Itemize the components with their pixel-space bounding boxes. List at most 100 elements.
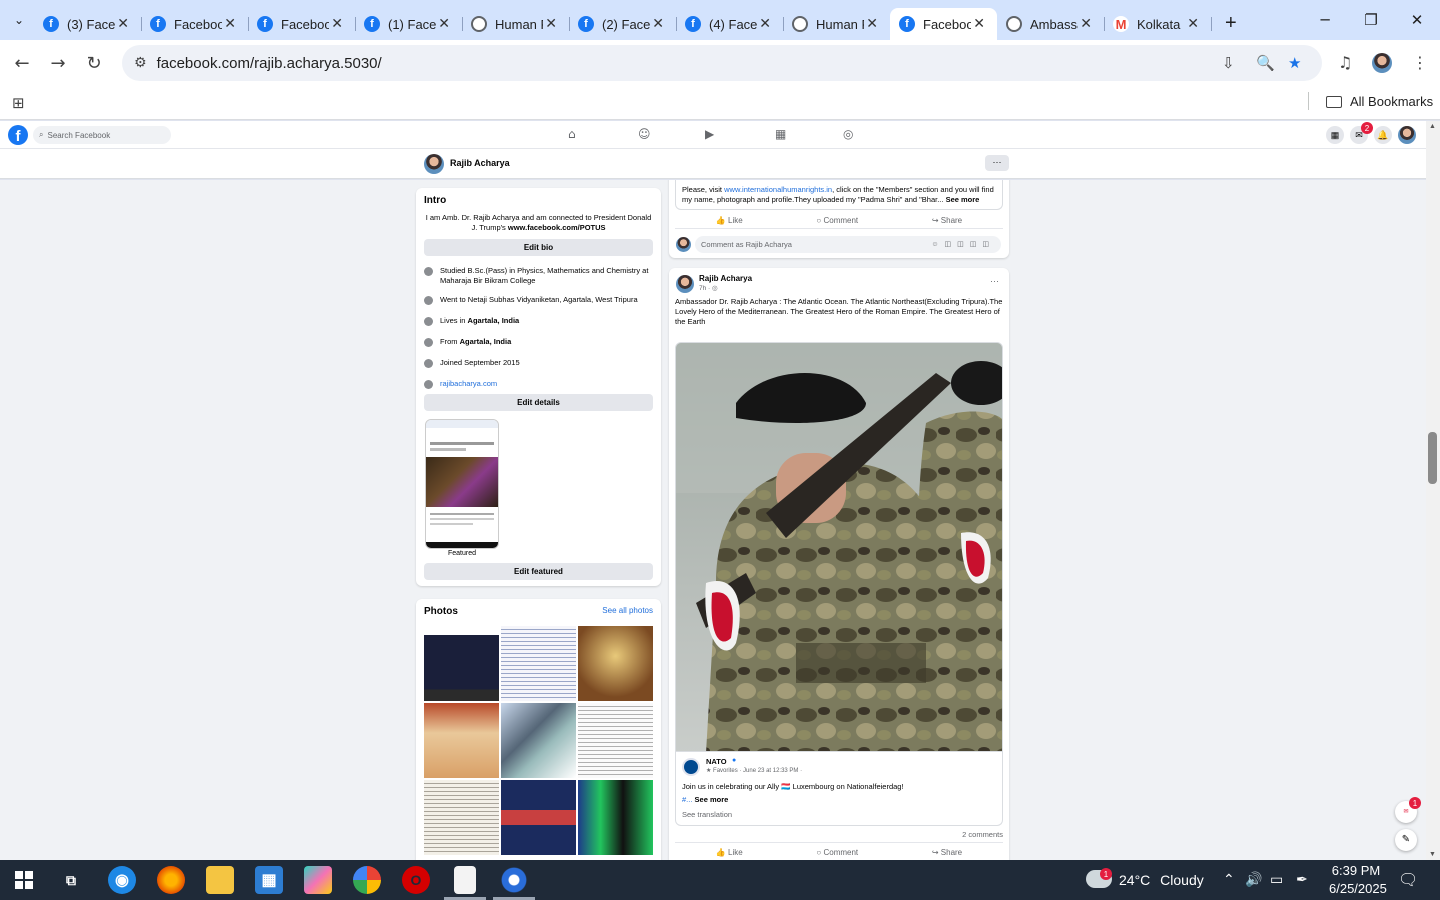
browser-tab[interactable]: f Facebook✕ xyxy=(248,8,356,40)
shared-post-image[interactable] xyxy=(675,342,1003,752)
scroll-down-icon[interactable]: ▼ xyxy=(1429,851,1436,858)
new-tab-plus-icon[interactable]: + xyxy=(1225,12,1237,35)
clock-date[interactable]: 6/25/2025 xyxy=(1329,881,1387,896)
edit-details-button[interactable]: Edit details xyxy=(424,394,653,411)
address-bar[interactable]: ⚙ facebook.com/rajib.acharya.5030/ ⇩ 🔍 ★ xyxy=(122,45,1322,81)
close-tab-icon[interactable]: ✕ xyxy=(973,16,985,32)
nato-logo[interactable] xyxy=(682,758,700,776)
photo-thumbnail[interactable] xyxy=(578,703,653,778)
all-bookmarks-button[interactable]: All Bookmarks xyxy=(1326,94,1433,109)
profile-avatar[interactable] xyxy=(424,154,444,174)
menu-grid-icon[interactable]: ▦ xyxy=(1326,126,1344,144)
comment-emoji-icons[interactable]: ☺◫◫◫◫ xyxy=(931,236,995,253)
share-button[interactable]: ↪ Share xyxy=(932,216,962,225)
marketplace-icon[interactable]: ▦ xyxy=(775,127,786,141)
browser-tab[interactable]: f (2) Faceb✕ xyxy=(569,8,677,40)
photo-thumbnail[interactable] xyxy=(578,626,653,701)
windows-start-icon[interactable] xyxy=(10,866,38,894)
profile-more-button[interactable]: ··· xyxy=(985,155,1009,171)
reload-icon[interactable]: ↻ xyxy=(76,53,112,74)
opera-icon[interactable]: O xyxy=(402,866,430,894)
hashtag-link[interactable]: #... xyxy=(682,795,692,804)
comment-input[interactable]: Comment as Rajib Acharya ☺◫◫◫◫ xyxy=(695,236,1001,253)
volume-icon[interactable]: 🔊 xyxy=(1245,871,1262,888)
browser-tab[interactable]: M Kolkata ✕ xyxy=(1104,8,1212,40)
maximize-icon[interactable]: ❐ xyxy=(1348,0,1394,40)
browser-tab[interactable]: Ambassad✕ xyxy=(997,8,1105,40)
minimize-icon[interactable]: ─ xyxy=(1302,0,1348,40)
account-avatar[interactable] xyxy=(1398,126,1416,144)
firefox-icon[interactable] xyxy=(157,866,185,894)
comment-button[interactable]: ○ Comment xyxy=(816,848,858,857)
close-tab-icon[interactable]: ✕ xyxy=(224,16,236,32)
notepad-icon[interactable] xyxy=(454,866,476,894)
post-author-name[interactable]: Rajib Acharya xyxy=(699,274,752,283)
close-tab-icon[interactable]: ✕ xyxy=(545,16,557,32)
site-settings-icon[interactable]: ⚙ xyxy=(134,55,147,71)
facebook-search-input[interactable]: ⌕ Search Facebook xyxy=(33,126,171,144)
chrome-icon[interactable] xyxy=(353,866,381,894)
close-tab-icon[interactable]: ✕ xyxy=(331,16,343,32)
tray-chevron-icon[interactable]: ⌃ xyxy=(1223,871,1235,888)
like-button[interactable]: 👍 Like xyxy=(716,216,743,225)
notification-center-icon[interactable]: 🗨 xyxy=(1398,870,1418,890)
close-tab-icon[interactable]: ✕ xyxy=(1080,16,1092,32)
page-scrollbar[interactable]: ▲ ▼ xyxy=(1426,121,1440,860)
bookmark-star-icon[interactable]: ★ xyxy=(1288,54,1301,72)
photo-thumbnail[interactable] xyxy=(501,626,576,701)
browser-tab[interactable]: f Facebook✕ xyxy=(141,8,249,40)
website-link[interactable]: rajibacharya.com xyxy=(440,379,497,389)
photo-thumbnail[interactable] xyxy=(578,780,653,855)
browser-tab[interactable]: f (4) Faceb✕ xyxy=(676,8,784,40)
task-view-icon[interactable]: ⧉ xyxy=(57,866,85,894)
close-tab-icon[interactable]: ✕ xyxy=(866,16,878,32)
browser-menu-icon[interactable]: ⋮ xyxy=(1412,53,1428,72)
comment-button[interactable]: ○ Comment xyxy=(816,216,858,225)
forward-arrow-icon[interactable]: → xyxy=(40,53,76,74)
see-all-photos-link[interactable]: See all photos xyxy=(602,606,653,615)
see-translation-link[interactable]: See translation xyxy=(682,810,732,819)
app-blue-icon[interactable]: ◉ xyxy=(108,866,136,894)
facebook-logo[interactable]: f xyxy=(8,125,28,145)
close-tab-icon[interactable]: ✕ xyxy=(117,16,129,32)
microsoft-store-icon[interactable]: ▦ xyxy=(255,866,283,894)
like-button[interactable]: 👍 Like xyxy=(716,848,743,857)
post-time[interactable]: 7h xyxy=(699,285,706,292)
bio-link[interactable]: www.facebook.com/POTUS xyxy=(508,223,606,232)
browser-tab[interactable]: Human Rig✕ xyxy=(462,8,570,40)
photo-thumbnail[interactable] xyxy=(424,703,499,778)
file-explorer-icon[interactable] xyxy=(206,866,234,894)
friends-icon[interactable]: ☺ xyxy=(638,127,651,141)
photo-thumbnail[interactable] xyxy=(501,703,576,778)
see-more-link[interactable]: See more xyxy=(695,795,729,804)
weather-widget[interactable]: 24°C Cloudy xyxy=(1119,872,1204,888)
close-window-icon[interactable]: ✕ xyxy=(1394,0,1440,40)
browser-tab[interactable]: f Facebook✕ xyxy=(890,8,997,40)
close-tab-icon[interactable]: ✕ xyxy=(759,16,771,32)
browser-tab[interactable]: Human Rig✕ xyxy=(783,8,891,40)
chrome-profile-icon[interactable] xyxy=(500,866,528,894)
edit-bio-button[interactable]: Edit bio xyxy=(424,239,653,256)
scrollbar-thumb[interactable] xyxy=(1428,432,1437,484)
post-author-avatar[interactable] xyxy=(676,275,694,293)
photo-thumbnail[interactable] xyxy=(501,780,576,855)
media-controls-icon[interactable]: ♫ xyxy=(1338,53,1352,72)
tab-search-chevron-icon[interactable]: ⌄ xyxy=(4,5,34,35)
browser-tab[interactable]: f (1) Faceb✕ xyxy=(355,8,463,40)
photo-thumbnail[interactable] xyxy=(424,780,499,855)
scroll-up-icon[interactable]: ▲ xyxy=(1429,123,1436,130)
network-icon[interactable]: ▭ xyxy=(1270,871,1283,888)
browser-tab[interactable]: f (3) Faceb✕ xyxy=(34,8,142,40)
install-app-icon[interactable]: ⇩ xyxy=(1222,54,1235,72)
post-link[interactable]: www.internationalhumanrights.in xyxy=(724,185,832,194)
close-tab-icon[interactable]: ✕ xyxy=(438,16,450,32)
home-icon[interactable]: ⌂ xyxy=(568,127,576,141)
pen-icon[interactable]: ✒ xyxy=(1296,871,1308,888)
shared-author-name[interactable]: NATO xyxy=(706,757,727,766)
share-button[interactable]: ↪ Share xyxy=(932,848,962,857)
apps-grid-icon[interactable]: ⊞ xyxy=(12,94,25,112)
close-tab-icon[interactable]: ✕ xyxy=(1187,16,1199,32)
url-text[interactable]: facebook.com/rajib.acharya.5030/ xyxy=(157,55,382,72)
post-options-icon[interactable]: ··· xyxy=(990,276,999,286)
back-arrow-icon[interactable]: ← xyxy=(4,53,40,74)
